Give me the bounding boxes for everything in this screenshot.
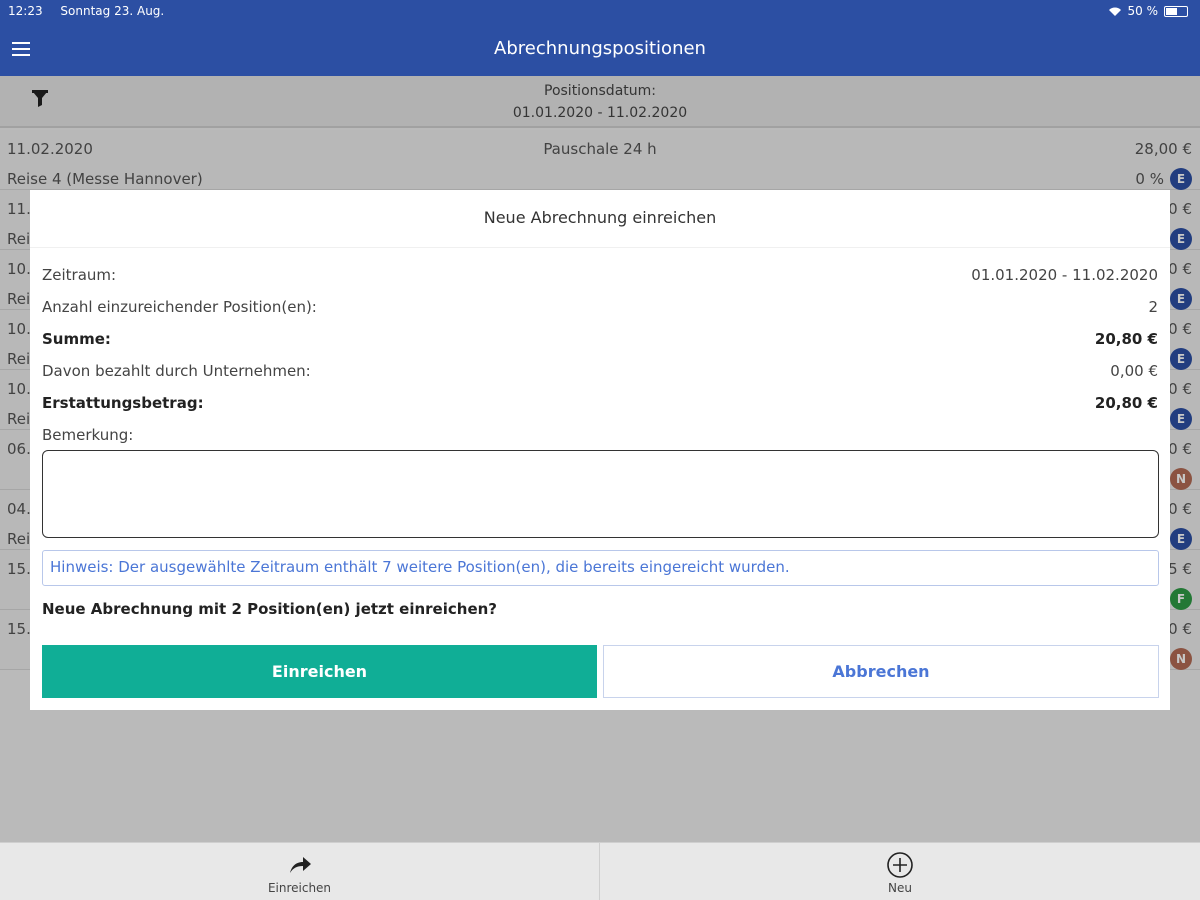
battery-percent: 50 % <box>1127 4 1159 18</box>
period-row: Zeitraum: 01.01.2020 - 11.02.2020 <box>42 266 1158 284</box>
refund-label: Erstattungsbetrag: <box>42 394 204 412</box>
sum-label: Summe: <box>42 330 111 348</box>
tab-submit-label: Einreichen <box>267 881 332 895</box>
refund-row: Erstattungsbetrag: 20,80 € <box>42 394 1158 412</box>
top-bar: 12:23 Sonntag 23. Aug. 50 % Abrechnungsp… <box>0 0 1200 76</box>
tab-submit[interactable]: Einreichen <box>0 843 600 900</box>
share-arrow-icon <box>289 857 311 873</box>
sum-value: 20,80 € <box>1094 330 1158 348</box>
hint-message: Hinweis: Der ausgewählte Zeitraum enthäl… <box>42 550 1159 586</box>
company-paid-row: Davon bezahlt durch Unternehmen: 0,00 € <box>42 362 1158 380</box>
submit-button[interactable]: Einreichen <box>42 645 597 698</box>
page-title: Abrechnungspositionen <box>494 38 706 59</box>
plus-circle-icon <box>887 852 913 878</box>
count-value: 2 <box>1148 298 1158 316</box>
remark-input[interactable] <box>42 450 1159 538</box>
remark-label: Bemerkung: <box>42 426 134 444</box>
count-label: Anzahl einzureichender Position(en): <box>42 298 317 316</box>
refund-value: 20,80 € <box>1094 394 1158 412</box>
wifi-icon <box>1108 7 1121 16</box>
confirm-question: Neue Abrechnung mit 2 Position(en) jetzt… <box>42 600 497 618</box>
company-paid-label: Davon bezahlt durch Unternehmen: <box>42 362 311 380</box>
dialog-title: Neue Abrechnung einreichen <box>30 190 1170 248</box>
count-row: Anzahl einzureichender Position(en): 2 <box>42 298 1158 316</box>
period-label: Zeitraum: <box>42 266 117 284</box>
status-bar: 12:23 Sonntag 23. Aug. <box>8 4 164 18</box>
submit-dialog: Neue Abrechnung einreichen Zeitraum: 01.… <box>30 190 1170 710</box>
bottom-tab-bar: Einreichen Neu <box>0 842 1200 900</box>
period-value: 01.01.2020 - 11.02.2020 <box>971 266 1158 284</box>
tab-new-label: Neu <box>888 881 912 895</box>
status-time: 12:23 <box>8 4 43 18</box>
sum-row: Summe: 20,80 € <box>42 330 1158 348</box>
cancel-button[interactable]: Abbrechen <box>603 645 1159 698</box>
battery-icon <box>1164 5 1188 17</box>
company-paid-value: 0,00 € <box>1110 362 1158 380</box>
status-right: 50 % <box>1108 4 1188 18</box>
status-date: Sonntag 23. Aug. <box>60 4 165 18</box>
tab-new[interactable]: Neu <box>600 843 1200 900</box>
